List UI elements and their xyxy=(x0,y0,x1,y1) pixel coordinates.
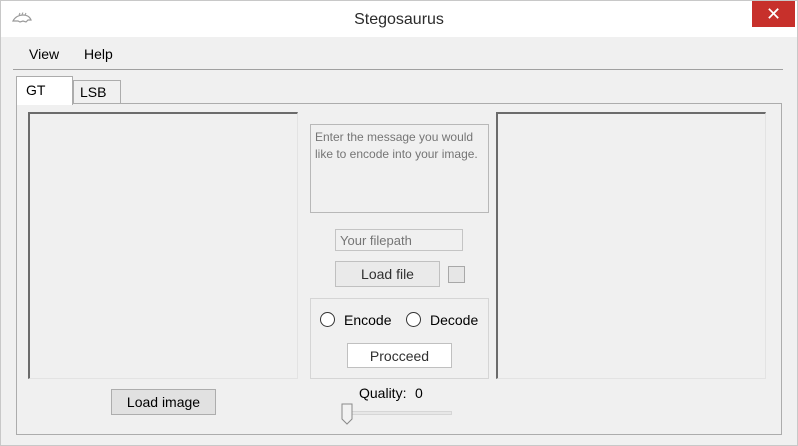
menu-help[interactable]: Help xyxy=(84,46,113,62)
load-image-button[interactable]: Load image xyxy=(111,389,216,415)
quality-label: Quality: xyxy=(359,385,407,401)
load-file-button[interactable]: Load file xyxy=(335,261,440,287)
menu-view[interactable]: View xyxy=(29,46,59,62)
close-button[interactable]: ✕ xyxy=(752,1,795,27)
encode-label[interactable]: Encode xyxy=(344,312,391,328)
filepath-input[interactable] xyxy=(335,229,463,251)
title-bar: Stegosaurus ✕ xyxy=(1,1,797,37)
message-input[interactable] xyxy=(310,124,489,213)
quality-value: 0 xyxy=(415,385,423,401)
quality-slider-track[interactable] xyxy=(346,411,452,415)
menu-separator xyxy=(13,69,783,70)
result-image-box xyxy=(496,112,766,379)
tab-gt[interactable]: GT xyxy=(16,76,73,105)
file-checkbox[interactable] xyxy=(448,266,465,283)
source-image-box xyxy=(28,112,298,379)
tab-lsb[interactable]: LSB xyxy=(73,80,121,103)
app-window: Stegosaurus ✕ View Help GT LSB Load file… xyxy=(0,0,798,446)
menu-bar: View Help xyxy=(8,39,792,69)
close-icon: ✕ xyxy=(765,3,782,24)
decode-radio[interactable] xyxy=(406,312,421,327)
decode-label[interactable]: Decode xyxy=(430,312,478,328)
quality-slider-thumb[interactable] xyxy=(341,403,353,425)
proceed-button[interactable]: Procceed xyxy=(347,343,452,368)
window-title: Stegosaurus xyxy=(354,11,444,28)
encode-radio[interactable] xyxy=(320,312,335,327)
